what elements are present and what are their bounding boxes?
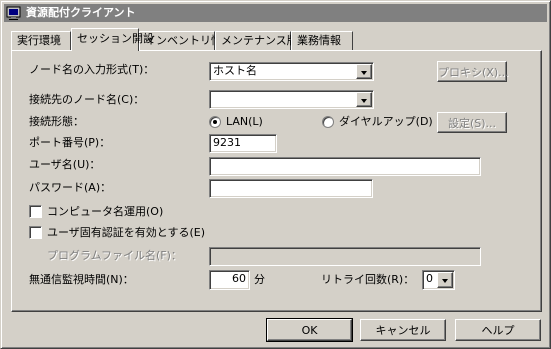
- program-file-input[interactable]: [209, 247, 481, 266]
- port-input[interactable]: 9231: [209, 134, 277, 153]
- computer-name-checkbox[interactable]: [29, 205, 42, 218]
- no-comm-label: 無通信監視時間(N)：: [29, 273, 134, 286]
- tab-session[interactable]: セッション開設: [71, 28, 154, 51]
- proxy-button[interactable]: プロキシ(X)...: [437, 61, 509, 82]
- user-name-label: ユーザ名(U)：: [29, 158, 101, 171]
- ok-button[interactable]: OK: [266, 318, 353, 342]
- dialup-radio[interactable]: [322, 116, 334, 128]
- tab-maintenance[interactable]: メンテナンス版数: [215, 31, 309, 50]
- cancel-button[interactable]: キャンセル: [360, 319, 446, 341]
- dest-node-label: 接続先のノード名(C)：: [29, 93, 145, 106]
- port-label: ポート番号(P)：: [29, 136, 111, 149]
- tab-business[interactable]: 業務情報: [291, 31, 353, 50]
- chevron-down-icon[interactable]: [356, 64, 372, 79]
- retry-dropdown[interactable]: 0: [422, 270, 455, 290]
- retry-label: リトライ回数(R)：: [321, 273, 415, 286]
- dest-node-combobox[interactable]: [209, 90, 374, 109]
- retry-value: 0: [426, 272, 433, 285]
- session-panel: ノード名の入力形式(T)： ホスト名 プロキシ(X)... 接続先のノード名(C…: [11, 50, 542, 312]
- password-label: パスワード(A)：: [29, 181, 112, 194]
- no-comm-unit: 分: [254, 273, 265, 286]
- lan-radio-label[interactable]: LAN(L): [226, 115, 263, 129]
- no-comm-input[interactable]: 60: [209, 270, 250, 290]
- lan-radio[interactable]: [209, 116, 221, 128]
- computer-name-checkbox-label[interactable]: コンピュータ名運用(O): [47, 205, 163, 219]
- user-auth-checkbox[interactable]: [29, 226, 42, 239]
- user-name-input[interactable]: [209, 157, 481, 176]
- user-auth-checkbox-label[interactable]: ユーザ固有認証を有効とする(E): [47, 226, 205, 240]
- help-button[interactable]: ヘルプ: [455, 319, 541, 341]
- tab-exec-env[interactable]: 実行環境: [11, 31, 71, 50]
- node-input-format-value: ホスト名: [213, 64, 257, 77]
- node-input-format-dropdown[interactable]: ホスト名: [209, 62, 374, 81]
- conn-type-label: 接続形態：: [29, 115, 84, 128]
- password-input[interactable]: [209, 179, 373, 198]
- chevron-down-icon[interactable]: [356, 92, 372, 107]
- chevron-down-icon[interactable]: [437, 272, 453, 288]
- dialog-window: 資源配付クライアント 実行環境 セッション開設 インベントリ情報 メンテナンス版…: [0, 0, 551, 349]
- program-file-label: プログラムファイル名(F)：: [47, 249, 182, 262]
- node-input-format-label: ノード名の入力形式(T)：: [29, 63, 155, 76]
- dialup-radio-label[interactable]: ダイヤルアップ(D): [339, 115, 433, 129]
- settings-button[interactable]: 設定(S)...: [437, 112, 507, 133]
